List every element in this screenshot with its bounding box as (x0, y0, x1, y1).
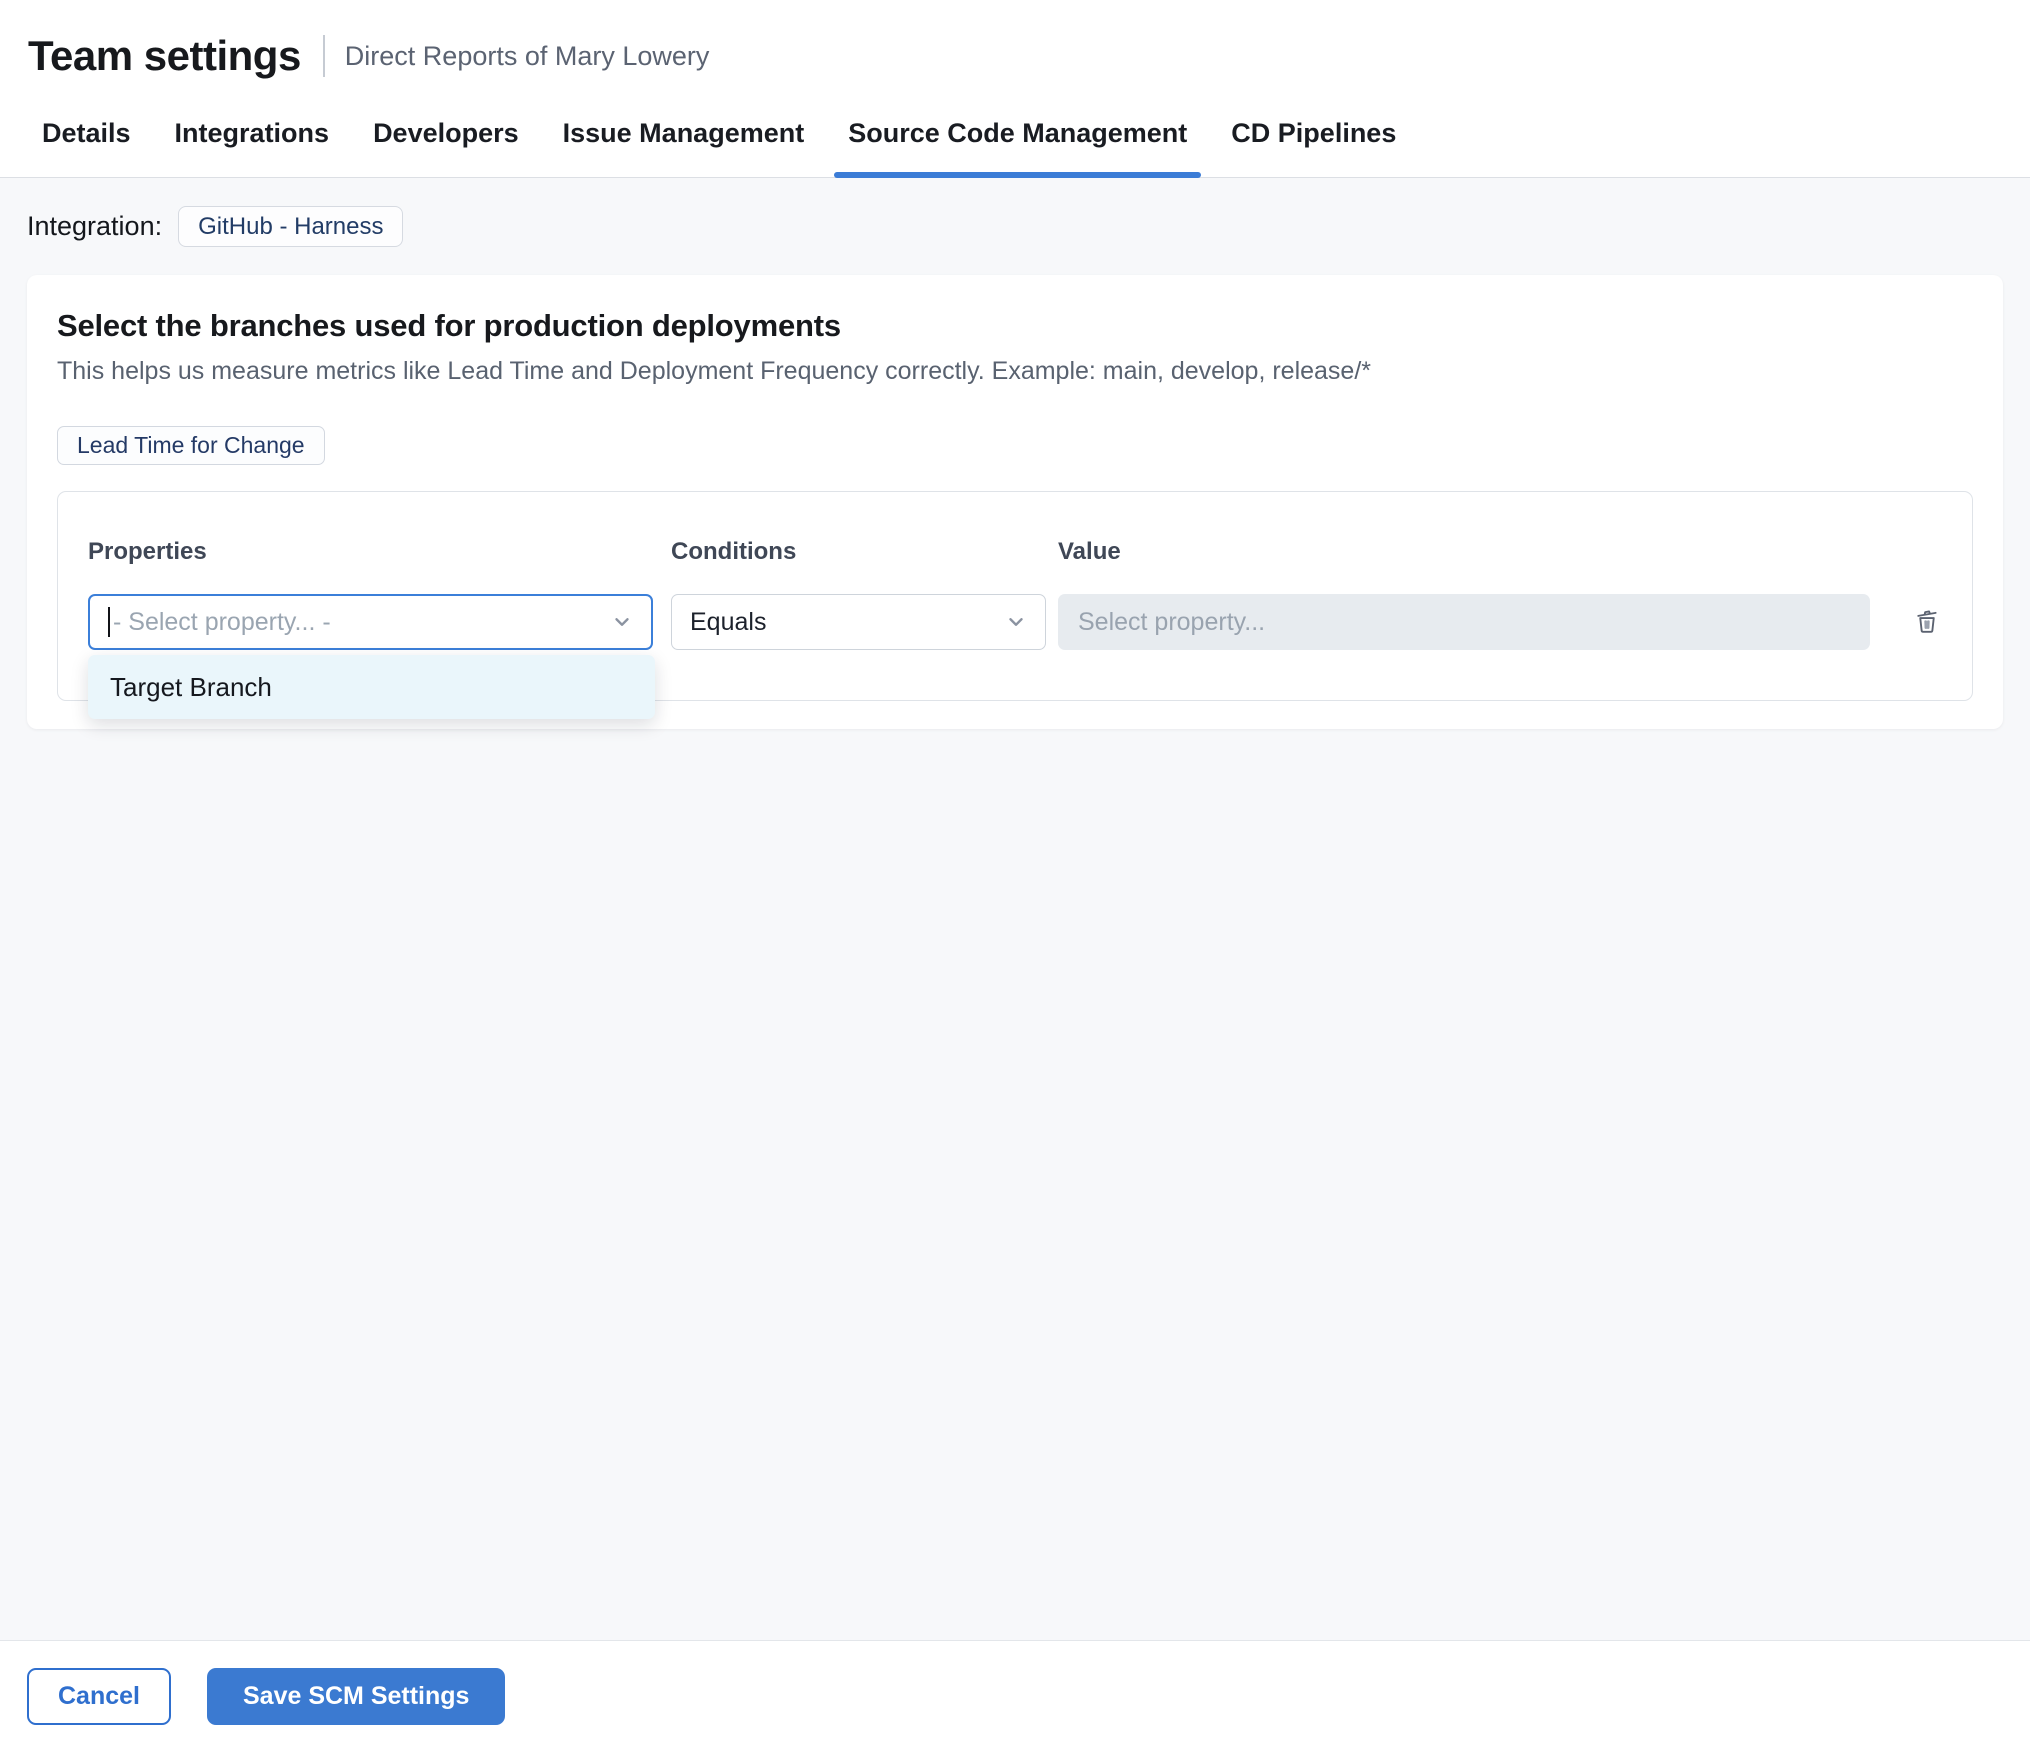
property-select-placeholder: - Select property... - (113, 607, 331, 636)
main-content: Integration: GitHub - Harness Select the… (0, 178, 2030, 1640)
footer-action-bar: Cancel Save SCM Settings (0, 1640, 2030, 1752)
integration-label: Integration: (27, 211, 163, 241)
lead-time-for-change-chip[interactable]: Lead Time for Change (57, 426, 325, 465)
page-title: Team settings (28, 32, 301, 79)
page-subtitle: Direct Reports of Mary Lowery (344, 40, 710, 71)
conditions-column-label: Conditions (671, 538, 797, 565)
value-column-label: Value (1058, 538, 1121, 565)
condition-select-value: Equals (690, 607, 767, 636)
tab-bar: Details Integrations Developers Issue Ma… (0, 92, 2030, 178)
dropdown-option-target-branch[interactable]: Target Branch (88, 655, 655, 719)
tab-developers[interactable]: Developers (359, 92, 533, 177)
tab-label: Developers (373, 118, 519, 148)
tab-issue-management[interactable]: Issue Management (549, 92, 819, 177)
value-input (1058, 594, 1870, 650)
header-divider (322, 35, 325, 77)
tab-cd-pipelines[interactable]: CD Pipelines (1217, 92, 1410, 177)
text-cursor (108, 607, 110, 637)
trash-icon (1912, 605, 1942, 640)
rule-controls-row: - Select property... - Target Branch Equ… (88, 594, 1942, 719)
property-select-wrapper: - Select property... - Target Branch (88, 594, 671, 719)
save-scm-settings-button[interactable]: Save SCM Settings (207, 1668, 506, 1725)
tab-source-code-management[interactable]: Source Code Management (834, 92, 1202, 178)
chevron-down-icon (1005, 611, 1027, 633)
integration-row: Integration: GitHub - Harness (27, 206, 2003, 247)
tab-label: Source Code Management (848, 118, 1188, 148)
condition-select[interactable]: Equals (671, 594, 1046, 650)
branch-rule-box: Properties Conditions Value - Select pro… (57, 491, 1973, 719)
tab-label: CD Pipelines (1231, 118, 1397, 148)
scm-settings-card: Select the branches used for production … (27, 275, 2003, 729)
delete-rule-button[interactable] (1912, 606, 1942, 638)
property-dropdown: Target Branch (88, 655, 655, 719)
tab-label: Details (42, 118, 131, 148)
tab-details[interactable]: Details (28, 92, 145, 177)
rule-column-labels: Properties Conditions Value (88, 538, 1942, 566)
properties-column-label: Properties (88, 538, 207, 565)
page-header: Team settings Direct Reports of Mary Low… (0, 0, 2030, 92)
card-title: Select the branches used for production … (57, 308, 841, 343)
tab-integrations[interactable]: Integrations (161, 92, 344, 177)
integration-chip[interactable]: GitHub - Harness (178, 206, 404, 247)
tab-label: Integrations (174, 118, 330, 148)
cancel-button[interactable]: Cancel (27, 1668, 171, 1725)
property-select[interactable]: - Select property... - (88, 594, 653, 650)
chevron-down-icon (611, 611, 633, 633)
card-description: This helps us measure metrics like Lead … (57, 357, 1372, 385)
tab-label: Issue Management (562, 118, 805, 148)
